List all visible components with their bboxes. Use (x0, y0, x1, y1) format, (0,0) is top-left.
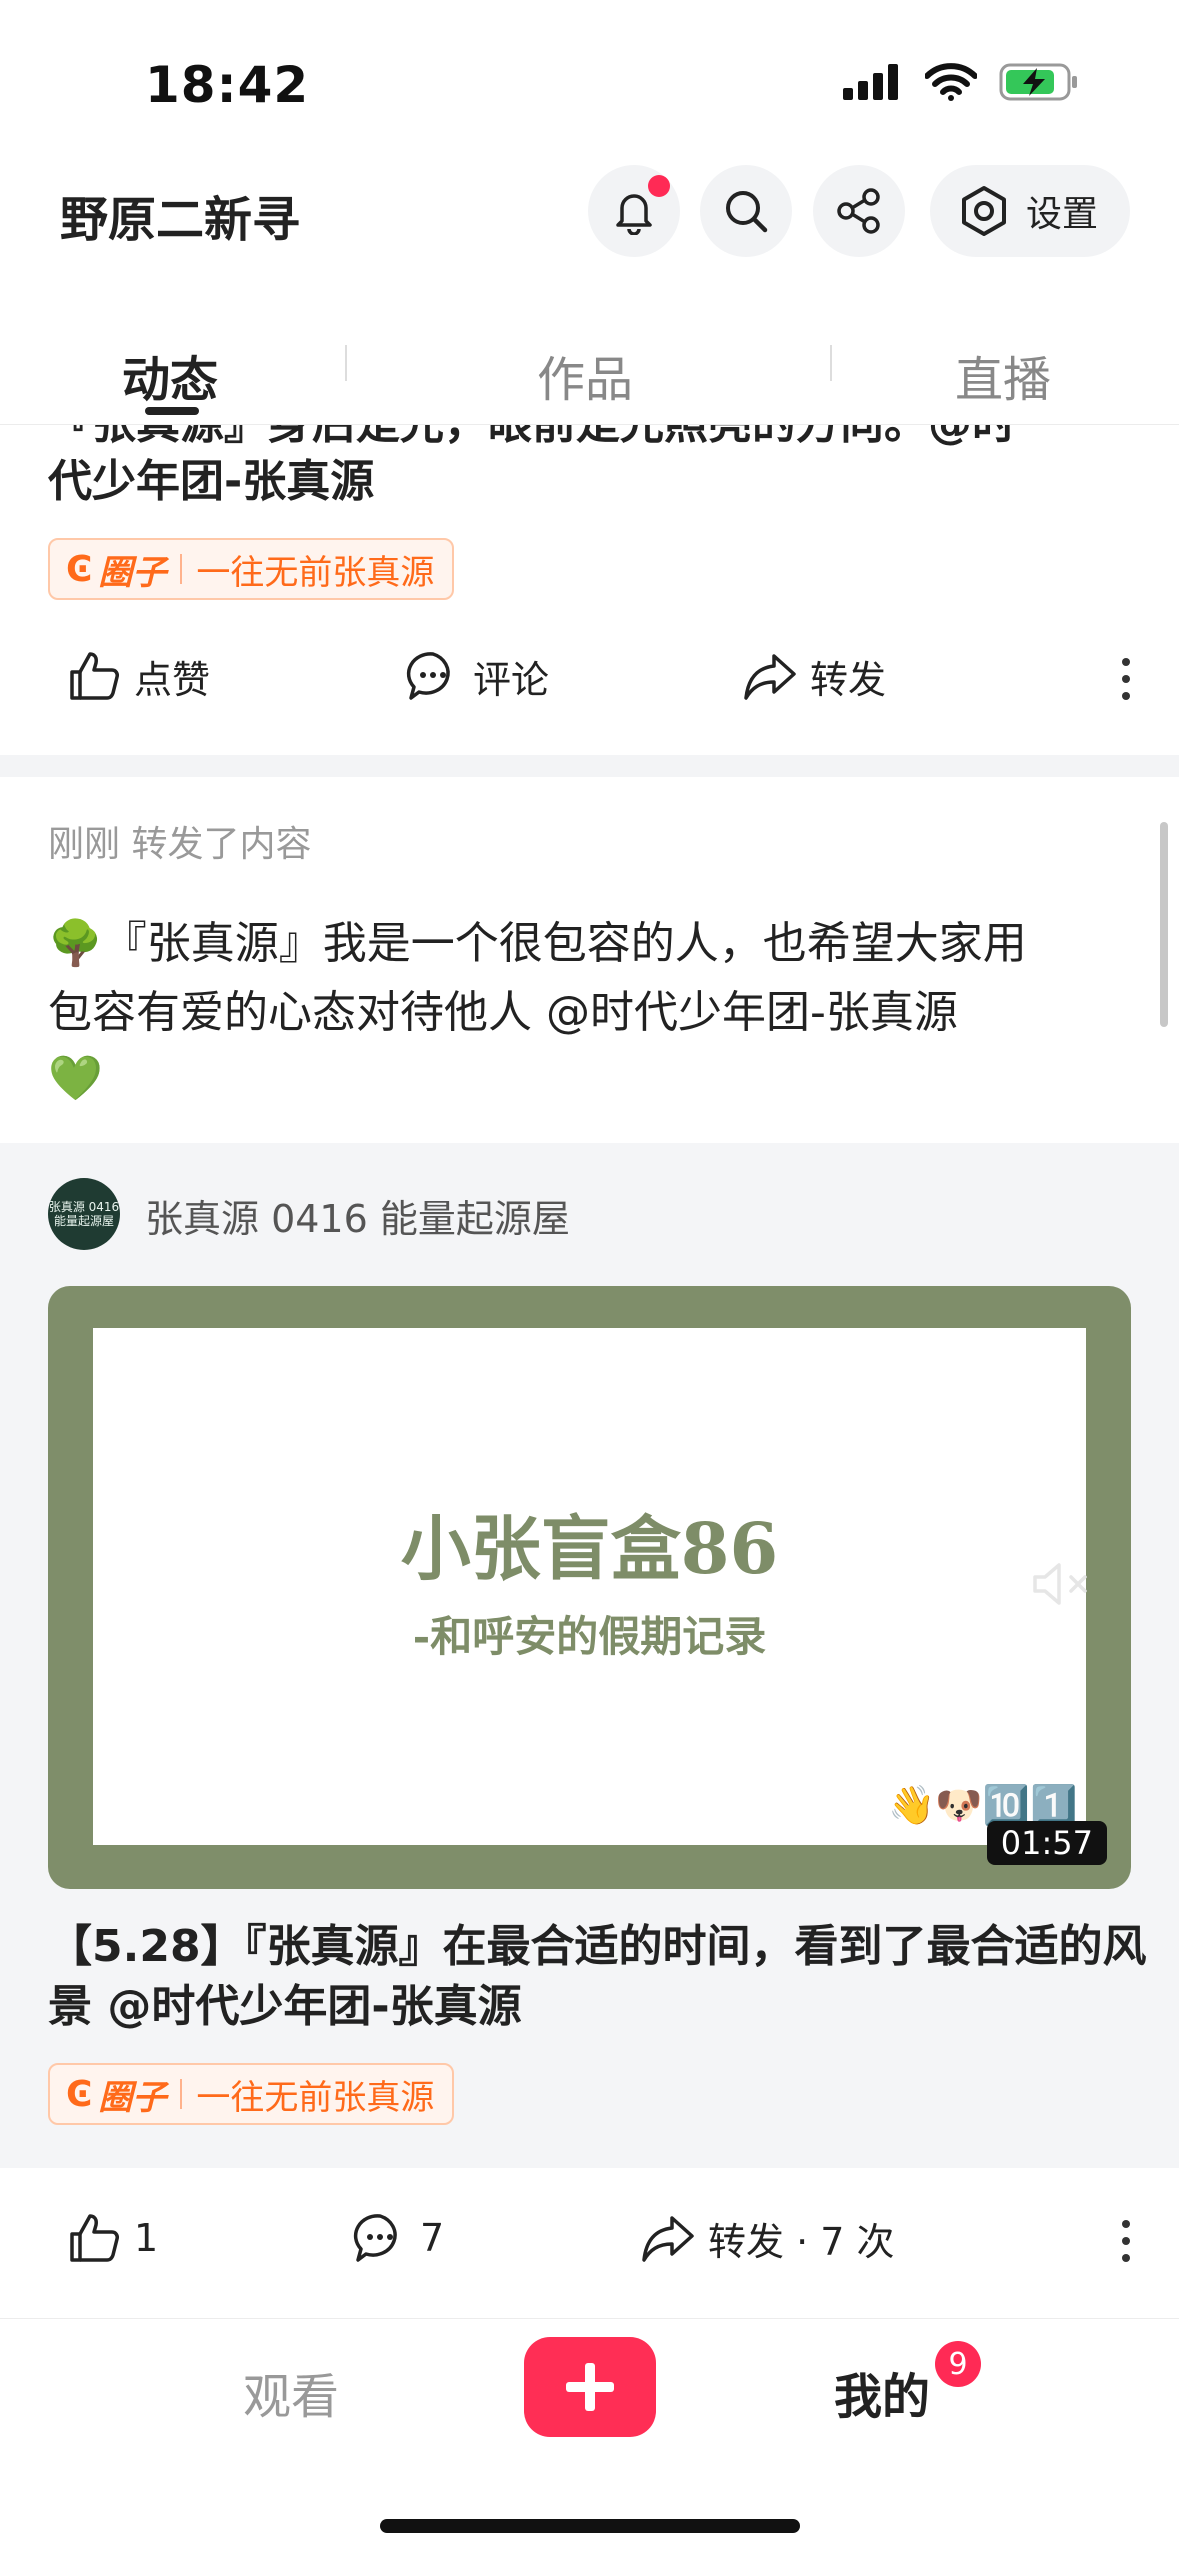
notification-badge: 9 (935, 2341, 981, 2387)
bottom-nav: 观看 我的 9 (0, 2318, 1179, 2556)
tab-live[interactable]: 直播 (955, 340, 1051, 410)
scrollbar[interactable] (1160, 822, 1168, 1027)
active-tab-indicator (145, 407, 199, 415)
video-player[interactable]: 小张盲盒86 -和呼安的假期记录 👋🐶🔟1️⃣ 01:57 (48, 1286, 1131, 1889)
tab-feed[interactable]: 动态 (122, 340, 218, 410)
nav-watch[interactable]: 观看 (243, 2357, 339, 2427)
forward-arrow-icon (744, 654, 796, 700)
more-options-icon[interactable] (1121, 658, 1131, 700)
share-label: 转发 (810, 657, 887, 702)
comment-icon (406, 652, 450, 700)
video-subtitle: -和呼安的假期记录 (412, 1612, 767, 1661)
section-divider (0, 755, 1179, 777)
post1-text: 代少年团-张真源 (48, 456, 375, 507)
post2-text-line2: 包容有爱的心态对待他人 @时代少年团-张真源 (48, 987, 958, 1038)
comment-label: 评论 (473, 657, 550, 702)
circle-icon: Ͼ (66, 2073, 93, 2115)
circle-name: 一往无前张真源 (196, 552, 435, 593)
tab-works[interactable]: 作品 (537, 340, 633, 410)
share-post-button[interactable]: 转发 · 7 次 (640, 2210, 895, 2266)
nav-mine[interactable]: 我的 (834, 2357, 930, 2427)
repost-author[interactable]: 张真源 0416 能量起源屋 (145, 1188, 570, 1243)
reposted-content[interactable]: 张真源 0416 能量起源屋 张真源 0416 能量起源屋 小张盲盒86 -和呼… (0, 1143, 1179, 2168)
profile-tabs: 动态 作品 直播 (0, 285, 1179, 425)
comment-icon (353, 2214, 397, 2262)
thumbs-up-icon (70, 652, 119, 700)
circle-label: 圈子 (98, 552, 167, 593)
post2-text-line1: 🌳『张真源』我是一个很包容的人，也希望大家用 (48, 918, 1027, 969)
like-button[interactable]: 点赞 (66, 648, 210, 704)
forward-arrow-icon (642, 2216, 694, 2262)
like-button[interactable]: 1 (66, 2210, 158, 2266)
video-frame: 小张盲盒86 -和呼安的假期记录 (93, 1328, 1086, 1845)
comment-button[interactable]: 7 (352, 2210, 444, 2266)
repost-caption-line1: 【5.28】『张真源』在最合适的时间，看到了最合适的风 (48, 1921, 1147, 1972)
circle-name: 一往无前张真源 (196, 2077, 435, 2118)
repost-caption-line2: 景 @时代少年团-张真源 (48, 1981, 522, 2032)
video-duration: 01:57 (986, 1821, 1107, 1865)
avatar[interactable]: 张真源 0416 能量起源屋 (48, 1178, 120, 1250)
circle-label: 圈子 (98, 2077, 167, 2118)
video-title: 小张盲盒86 (400, 1507, 779, 1590)
comment-button[interactable]: 评论 (405, 648, 549, 704)
post2-text-line3: 💚 (48, 1053, 103, 1104)
thumbs-up-icon (70, 2214, 119, 2262)
post1-actions: 点赞 评论 转发 (0, 628, 1179, 728)
share-count-label: 转发 · 7 次 (708, 2219, 895, 2264)
post2-meta: 刚刚 转发了内容 (48, 824, 312, 865)
like-label: 点赞 (134, 657, 211, 702)
circle-icon: Ͼ (66, 548, 93, 590)
like-count: 1 (134, 2216, 159, 2260)
home-indicator[interactable] (380, 2519, 800, 2533)
create-post-button[interactable] (524, 2337, 656, 2437)
repost-circle-tag[interactable]: Ͼ 圈子 一往无前张真源 (48, 2063, 455, 2125)
more-options-icon[interactable] (1121, 2220, 1131, 2262)
mute-icon[interactable] (1031, 1561, 1093, 1607)
plus-icon (566, 2363, 614, 2411)
post2-actions: 1 7 转发 · 7 次 (0, 2175, 1179, 2315)
share-post-button[interactable]: 转发 (742, 648, 886, 704)
post1-circle-tag[interactable]: Ͼ 圈子 一往无前张真源 (48, 538, 455, 600)
comment-count: 7 (420, 2216, 445, 2260)
